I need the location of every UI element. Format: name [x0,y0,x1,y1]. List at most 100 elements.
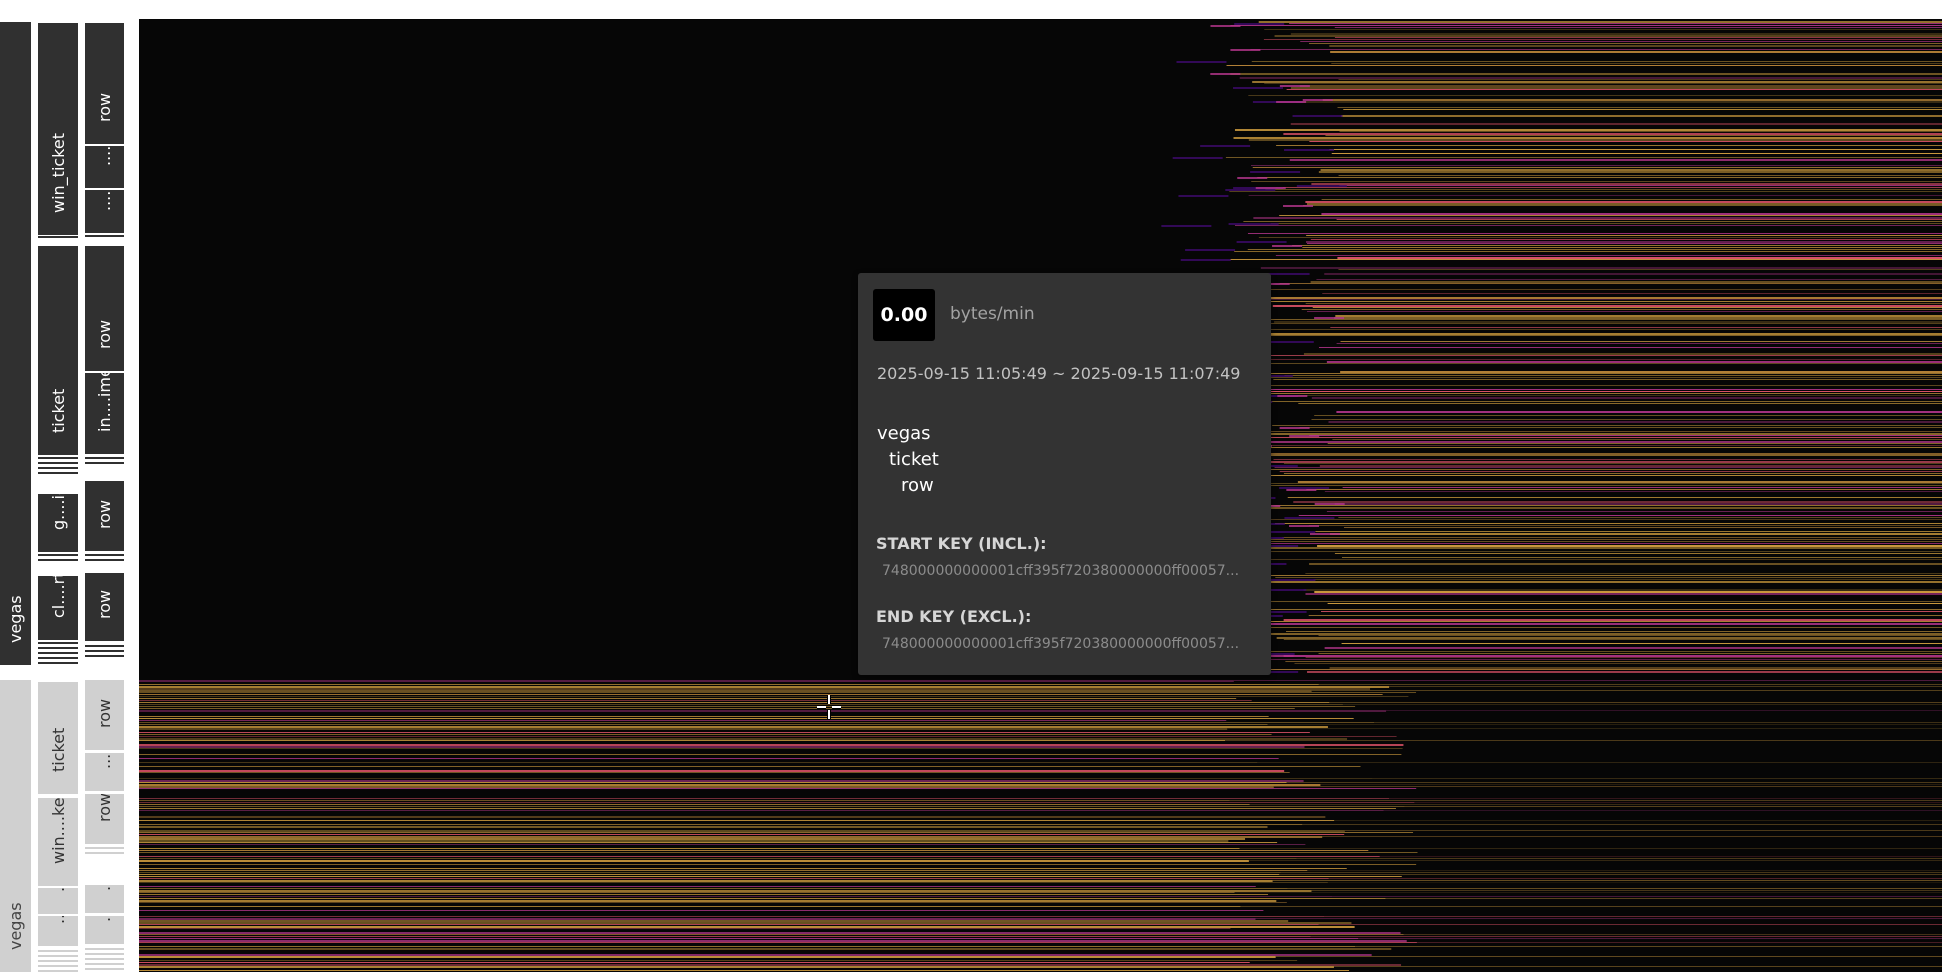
axis-label: .... [49,916,68,924]
heat-streak [1335,315,1942,317]
heat-streak [1287,497,1942,498]
axis-index-segment[interactable]: .... [85,916,124,944]
tooltip-end-key-label: END KEY (EXCL.): [876,607,1032,626]
heat-streak [1270,505,1942,506]
axis-label: ....e [95,190,114,211]
heat-streak [1279,427,1310,429]
heat-streak [1298,515,1942,516]
heat-streak [139,910,1264,911]
axis-index-segment[interactable]: in....ime [85,373,124,454]
axis-label: ....e [95,146,114,166]
heat-streak [1287,888,1942,889]
axis-index-segment[interactable]: row [85,23,124,144]
heat-streak [1389,798,1942,799]
heat-streak [1283,639,1942,640]
axis-label: row [95,92,114,122]
heat-streak [139,840,1229,842]
heat-streak [1185,249,1236,251]
heat-streak [1289,435,1320,437]
heat-streak [1318,653,1942,654]
axis-table-segment[interactable]: cl....rt [38,576,78,640]
axis-index-segment[interactable]: row [85,680,124,750]
axis-table-segment[interactable]: win....ket [38,798,78,886]
axis-table-segment[interactable]: .... [38,888,78,914]
heat-streak [1256,559,1942,560]
heat-streak [1379,856,1942,857]
heat-streak [1372,778,1942,779]
heat-streak [139,724,1268,725]
axis-table-segment[interactable]: .... [38,916,78,946]
heat-streak [1311,419,1942,420]
heat-streak [139,896,1333,897]
heat-streak [1329,149,1942,150]
heat-streak [1289,159,1942,161]
heat-streak [1307,671,1942,673]
heat-streak [1310,936,1942,937]
heat-streak [1338,79,1942,80]
heat-streak [139,842,1278,843]
heat-streak [1225,355,1942,356]
heat-streak [1296,185,1347,187]
axis-index-segment[interactable]: row [85,573,124,641]
heat-streak [1334,503,1942,505]
heat-streak [1232,485,1942,486]
heat-streak [1256,433,1942,435]
axis-stripes [38,554,78,561]
heat-streak [139,960,1298,961]
heat-streak [1290,33,1942,35]
heat-streak [1303,589,1942,591]
heat-streak [1275,523,1942,524]
heat-streak [1275,956,1942,957]
axis-table-segment[interactable]: ticket [38,246,78,455]
axis-db-segment[interactable]: vegas [0,680,31,972]
axis-index-segment[interactable]: .... [85,885,124,913]
heat-streak [139,956,1276,958]
axis-table-segment[interactable]: g....id [38,494,78,552]
heat-streak [1302,247,1942,248]
heat-streak [1308,615,1942,616]
heat-streak [1279,283,1942,284]
axis-index-segment[interactable]: row [85,481,124,551]
heat-streak [139,886,1256,887]
axis-table-segment[interactable]: win_ticket [38,23,78,235]
axis-index-segment[interactable]: ....e [85,146,124,188]
heat-streak [1302,824,1942,825]
heat-streak [1358,938,1942,939]
heat-streak [1324,491,1942,492]
heat-streak [1330,533,1942,535]
heat-streak [139,932,1401,934]
heat-streak [1234,333,1942,335]
heat-streak [139,740,1226,741]
heat-streak [1231,453,1942,455]
heat-streak [1250,165,1942,166]
heat-streak [1336,411,1942,413]
heat-streak [1275,187,1942,188]
heat-streak [1374,722,1942,723]
heat-streak [1282,537,1942,538]
axis-index-segment[interactable]: row [85,794,124,844]
heat-streak [139,820,1335,821]
heat-streak [1272,880,1942,881]
heat-streak [1248,195,1942,196]
heat-streak [1279,874,1942,875]
heat-streak [139,824,1303,825]
axis-index-segment[interactable]: ....e [85,753,124,791]
heat-streak [1231,335,1942,336]
heat-streak [1302,99,1333,101]
heat-streak [1340,115,1942,117]
heat-streak [1311,397,1942,399]
axis-table-segment[interactable]: ticket [38,682,78,794]
axis-stripes [85,554,124,561]
axis-index-segment[interactable]: ....e [85,190,124,233]
heat-streak [1234,892,1942,893]
heat-streak [139,920,1289,922]
heat-streak [1283,473,1942,474]
axis-db-segment[interactable]: vegas [0,22,31,665]
heat-streak [139,816,1326,818]
axis-label: vegas [6,902,25,950]
heat-streak [1311,690,1942,691]
heat-streak [1236,241,1287,243]
heat-streak [1303,353,1942,355]
heat-streak [1210,73,1241,75]
axis-index-segment[interactable]: row [85,246,124,371]
